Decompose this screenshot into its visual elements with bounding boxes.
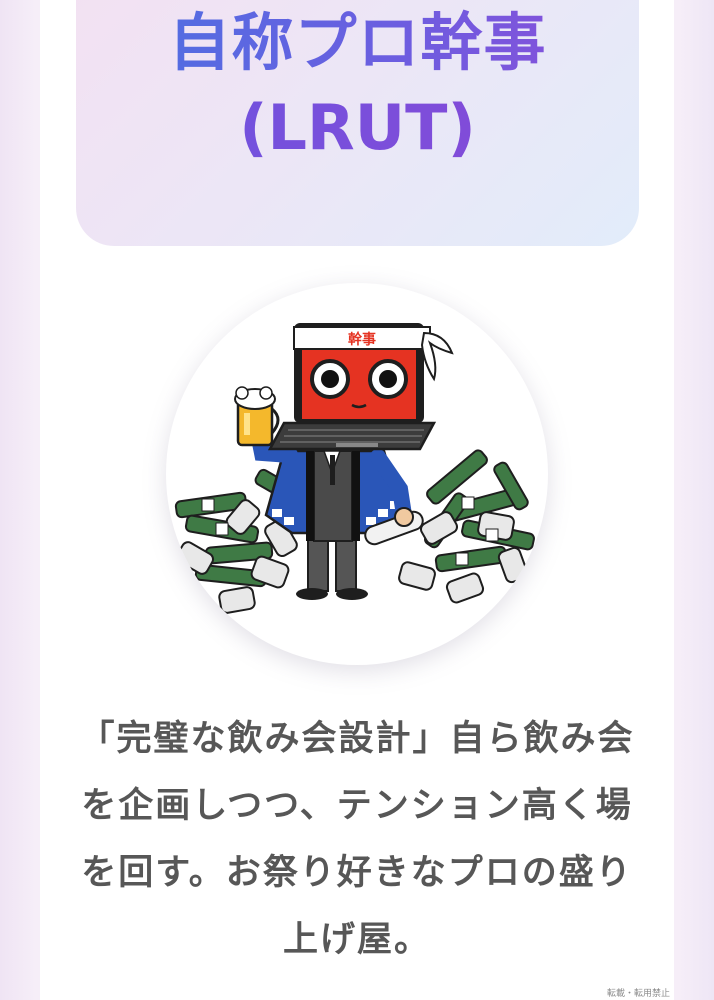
type-name: 自称プロ幹事 xyxy=(76,0,639,86)
avatar: 幹事 xyxy=(166,283,548,665)
copyright-watermark: 転載・転用禁止 xyxy=(606,989,670,999)
laptop-head-icon: 幹事 xyxy=(267,323,454,451)
legs-icon xyxy=(296,534,368,600)
result-card: 自称プロ幹事 (LRUT) 幹事 「完璧な飲み会設計」自ら飲み会を企画しつつ、テ… xyxy=(40,0,674,1000)
type-code: (LRUT) xyxy=(76,85,639,171)
headband-text: 幹事 xyxy=(348,331,376,348)
title-panel: 自称プロ幹事 (LRUT) xyxy=(76,0,639,246)
laptop-mascot-icon: 幹事 xyxy=(174,323,535,614)
type-description: 「完璧な飲み会設計」自ら飲み会を企画しつつ、テンション高く場を回す。お祭り好きな… xyxy=(79,719,635,960)
